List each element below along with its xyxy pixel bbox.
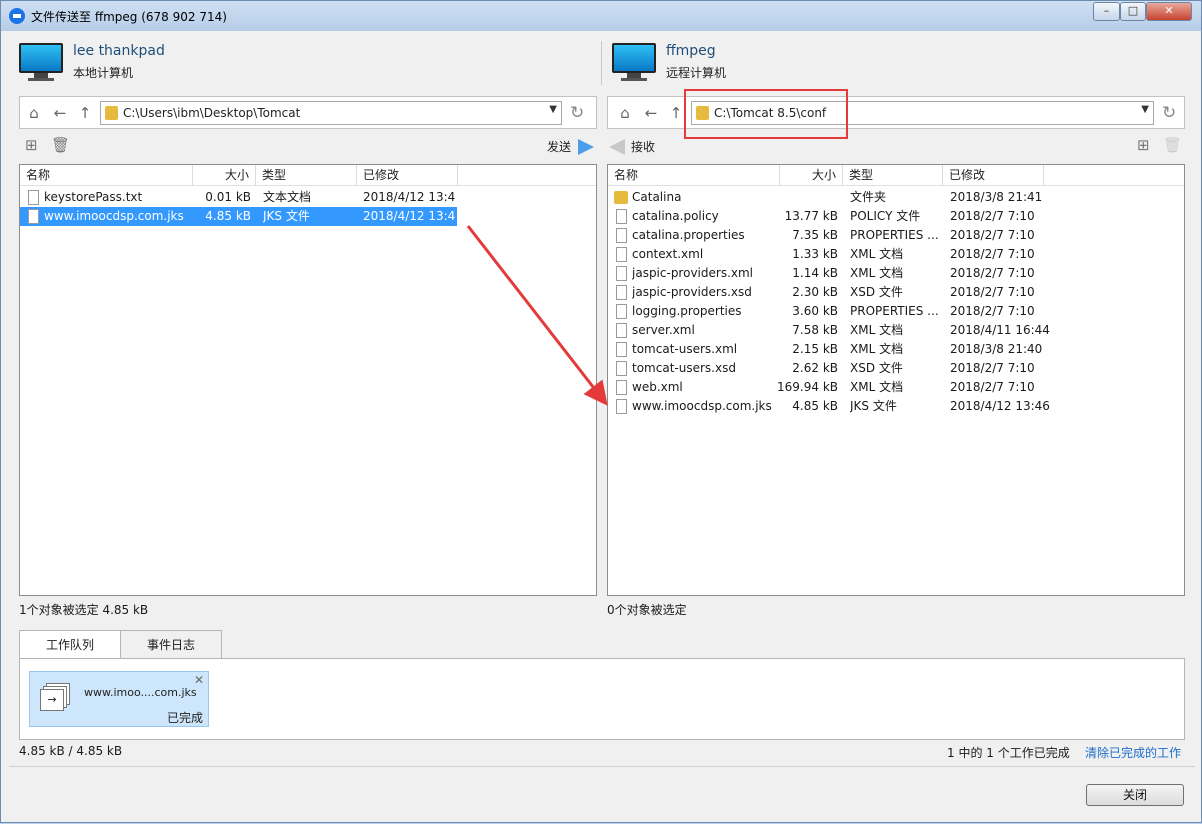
- file-transfer-window: 文件传送至 ffmpeg (678 902 714) – □ ✕ lee tha…: [0, 0, 1202, 823]
- annotation-arrow: [466, 225, 608, 406]
